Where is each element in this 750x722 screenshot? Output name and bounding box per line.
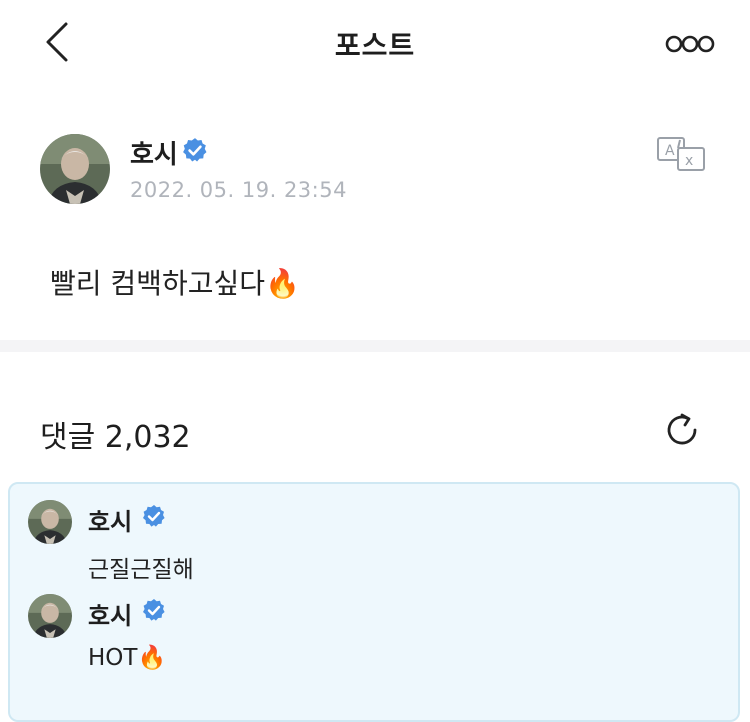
more-options-button[interactable] xyxy=(660,24,720,64)
artist-comments-box: 호시 근질근질해 호시 HOT🔥 xyxy=(8,482,740,722)
avatar-image xyxy=(28,500,72,544)
avatar[interactable] xyxy=(40,134,110,204)
avatar-image xyxy=(40,134,110,204)
verified-badge-icon xyxy=(143,599,165,621)
comments-count: 댓글 2,032 xyxy=(40,420,191,455)
verified-badge-icon xyxy=(143,505,165,527)
more-dots-icon xyxy=(665,35,715,53)
verified-badge-icon xyxy=(183,138,207,162)
post-timestamp: 2022. 05. 19. 23:54 xyxy=(130,178,347,202)
avatar-image xyxy=(28,594,72,638)
page-title: 포스트 xyxy=(334,29,416,62)
translate-icon: A x xyxy=(657,137,705,171)
comment-text: HOT xyxy=(88,645,138,671)
app-header: 포스트 xyxy=(0,0,750,88)
post-text: 빨리 컴백하고싶다 xyxy=(50,267,265,300)
svg-text:A: A xyxy=(665,143,675,159)
comment-text-row: HOT🔥 xyxy=(88,644,166,671)
section-divider xyxy=(0,340,750,352)
author-name[interactable]: 호시 xyxy=(130,134,178,171)
refresh-button[interactable] xyxy=(662,410,702,450)
avatar[interactable] xyxy=(28,500,72,544)
translate-button[interactable]: A x xyxy=(656,136,708,172)
avatar[interactable] xyxy=(28,594,72,638)
post-body: 빨리 컴백하고싶다🔥 xyxy=(50,262,300,302)
svg-text:x: x xyxy=(685,153,693,169)
comment-text: 근질근질해 xyxy=(88,557,194,583)
comments-header: 댓글 2,032 xyxy=(0,352,750,482)
comment-author[interactable]: 호시 xyxy=(88,502,132,537)
fire-emoji: 🔥 xyxy=(264,267,300,300)
refresh-icon xyxy=(667,413,697,445)
fire-emoji: 🔥 xyxy=(137,645,167,671)
comment-author[interactable]: 호시 xyxy=(88,596,132,631)
